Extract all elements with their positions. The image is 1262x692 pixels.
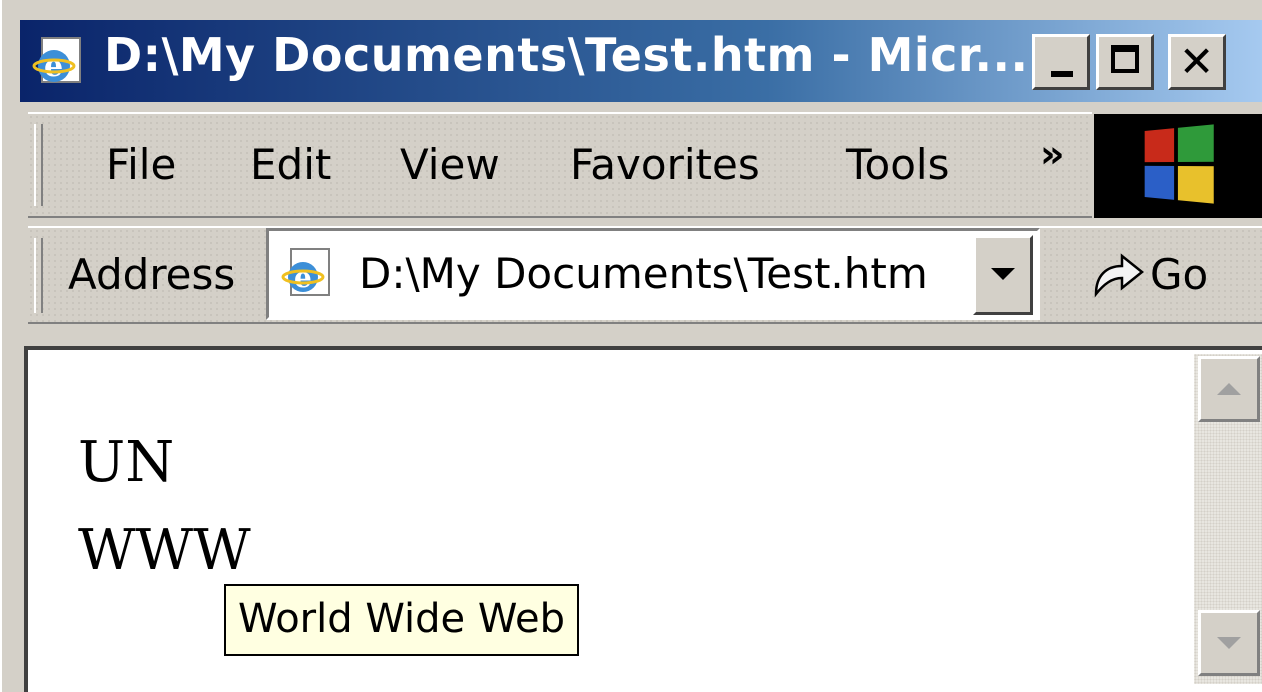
menu-edit[interactable]: Edit (250, 140, 331, 189)
toolbar-grip[interactable] (34, 124, 43, 206)
windows-flag-logo (1144, 124, 1214, 204)
maximize-icon (1111, 45, 1139, 73)
browser-window: e D:\My Documents\Test.htm - Micr... ✕ F… (0, 0, 1262, 692)
ie-page-icon: e (281, 248, 330, 296)
address-dropdown-button[interactable] (973, 235, 1033, 315)
address-input[interactable]: e D:\My Documents\Test.htm (266, 228, 1040, 320)
menu-tools[interactable]: Tools (846, 140, 949, 189)
menu-favorites[interactable]: Favorites (570, 140, 760, 189)
address-toolbar: Address e D:\My Documents\Test.htm Go (28, 226, 1262, 324)
maximize-button[interactable] (1096, 34, 1154, 90)
svg-text:e: e (294, 261, 312, 294)
svg-text:e: e (44, 49, 63, 84)
menu-bar: File Edit View Favorites Tools » (28, 112, 1092, 218)
ie-icon: e (32, 37, 81, 84)
go-label: Go (1150, 250, 1209, 299)
content-line-un: UN (78, 430, 175, 495)
go-arrow-icon (1094, 253, 1145, 298)
minimize-button[interactable] (1032, 34, 1090, 90)
close-button[interactable]: ✕ (1168, 34, 1226, 90)
vertical-scrollbar[interactable] (1194, 354, 1262, 684)
menu-overflow-chevron[interactable]: » (1040, 132, 1065, 176)
close-icon: ✕ (1179, 37, 1215, 86)
menu-file[interactable]: File (106, 140, 176, 189)
menu-view[interactable]: View (400, 140, 500, 189)
content-line-www[interactable]: WWW (78, 518, 251, 583)
throbber-logo (1094, 114, 1262, 218)
page-content: UN WWW World Wide Web (24, 346, 1262, 692)
tooltip: World Wide Web (224, 584, 580, 656)
scroll-down-button[interactable] (1198, 610, 1260, 676)
window-title: D:\My Documents\Test.htm - Micr... (104, 28, 1029, 82)
title-bar[interactable]: e D:\My Documents\Test.htm - Micr... ✕ (20, 20, 1262, 102)
scroll-up-button[interactable] (1198, 356, 1260, 422)
minimize-icon (1051, 71, 1073, 77)
toolbar-grip[interactable] (34, 238, 43, 314)
address-value: D:\My Documents\Test.htm (359, 249, 928, 298)
address-label: Address (68, 250, 236, 299)
